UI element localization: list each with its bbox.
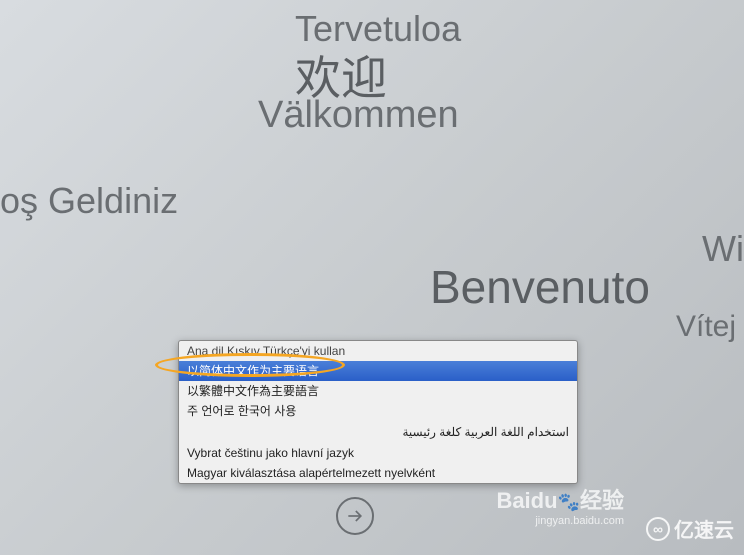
welcome-screen: Tervetuloa 欢迎 Välkommen oş Geldiniz Wi B… bbox=[0, 0, 744, 555]
watermark-baidu: Baidu🐾经验 jingyan.baidu.com bbox=[496, 483, 624, 527]
welcome-turkish: oş Geldiniz bbox=[0, 180, 178, 222]
language-option-hungarian[interactable]: Magyar kiválasztása alapértelmezett nyel… bbox=[179, 463, 577, 483]
language-select-dropdown[interactable]: Ana dil Kıskıv Türkçe'yi kullan 以简体中文作为主… bbox=[178, 340, 578, 484]
language-option-turkish[interactable]: Ana dil Kıskıv Türkçe'yi kullan bbox=[179, 341, 577, 361]
welcome-swedish: Välkommen bbox=[258, 94, 459, 137]
welcome-partial-right: Wi bbox=[702, 228, 744, 270]
continue-button[interactable] bbox=[336, 497, 374, 535]
cloud-icon: ∞ bbox=[646, 517, 670, 541]
language-option-korean[interactable]: 주 언어로 한국어 사용 bbox=[179, 401, 577, 421]
watermark-yisu: ∞ 亿速云 bbox=[646, 514, 734, 543]
paw-icon: 🐾 bbox=[558, 492, 580, 512]
arrow-right-icon bbox=[345, 506, 365, 526]
language-option-czech[interactable]: Vybrat češtinu jako hlavní jazyk bbox=[179, 443, 577, 463]
watermark-baidu-url: jingyan.baidu.com bbox=[496, 515, 624, 527]
welcome-italian: Benvenuto bbox=[430, 260, 650, 314]
watermark-yisu-text: 亿速云 bbox=[674, 514, 734, 543]
language-option-simplified-chinese[interactable]: 以简体中文作为主要语言 bbox=[179, 361, 577, 381]
watermark-baidu-text: Baidu bbox=[496, 488, 557, 513]
watermark-baidu-suffix: 经验 bbox=[580, 488, 624, 513]
welcome-czech: Vítej bbox=[676, 310, 736, 344]
language-option-arabic[interactable]: استخدام اللغة العربية كلغة رئيسية bbox=[179, 421, 577, 443]
language-option-traditional-chinese[interactable]: 以繁體中文作為主要語言 bbox=[179, 381, 577, 401]
